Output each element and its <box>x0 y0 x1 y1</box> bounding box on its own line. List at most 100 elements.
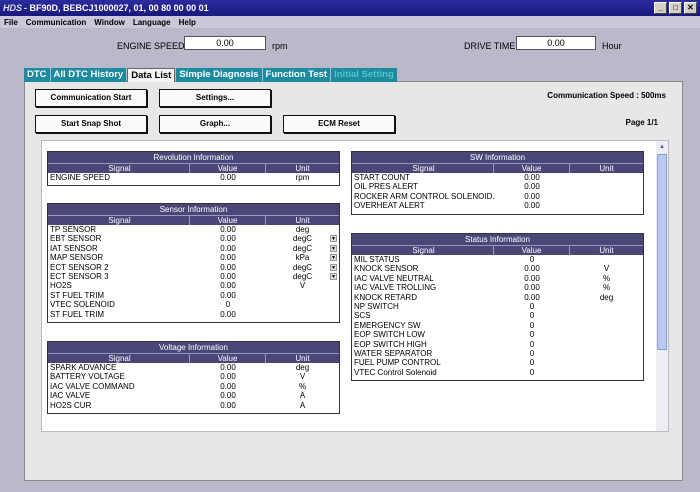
signal-name: OVERHEAT ALERT <box>354 201 425 211</box>
unit-text: V <box>299 372 306 382</box>
settings-button[interactable]: Settings... <box>159 89 271 107</box>
table-row[interactable]: EMERGENCY SW 0 <box>352 321 643 330</box>
signal-unit: deg <box>266 225 339 234</box>
table-row[interactable]: ENGINE SPEED 0.00 rpm <box>48 173 339 182</box>
table-row[interactable]: VTEC Control Solenoid 0 <box>352 368 643 377</box>
table-row[interactable]: VTEC SOLENOID 0 <box>48 300 339 309</box>
signal-value: 0 <box>529 339 535 349</box>
menu-file[interactable]: File <box>4 18 18 27</box>
signal-name: EOP SWITCH HIGH <box>354 339 427 349</box>
signal-value: 0.00 <box>524 273 540 283</box>
table-row[interactable]: ST FUEL TRIM 0.00 <box>48 310 339 319</box>
tab-simple-diagnosis[interactable]: Simple Diagnosis <box>176 68 262 82</box>
table-row[interactable]: OVERHEAT ALERT 0.00 <box>352 201 643 210</box>
communication-start-button[interactable]: Communication Start <box>35 89 147 107</box>
table-row[interactable]: WATER SEPARATOR 0 <box>352 349 643 358</box>
close-button[interactable]: ✕ <box>684 2 697 14</box>
unit-text: V <box>603 264 610 274</box>
tab-dtc[interactable]: DTC <box>24 68 50 82</box>
menu-communication[interactable]: Communication <box>26 18 86 27</box>
app-logo-icon: HDS <box>3 3 23 13</box>
menu-language[interactable]: Language <box>133 18 171 27</box>
table-row[interactable]: ST FUEL TRIM 0.00 <box>48 291 339 300</box>
signal-value: 0.00 <box>524 191 540 201</box>
signal-name: ROCKER ARM CONTROL SOLENOID... <box>354 191 494 201</box>
signal-unit <box>266 310 339 319</box>
table-row[interactable]: START COUNT 0.00 <box>352 173 643 182</box>
maximize-button[interactable]: □ <box>669 2 682 14</box>
table-row[interactable]: ECT SENSOR 3 0.00 degC ▼ <box>48 272 339 281</box>
table-row[interactable]: IAT SENSOR 0.00 degC ▼ <box>48 244 339 253</box>
tab-data-list[interactable]: Data List <box>127 68 176 82</box>
signal-value: 0.00 <box>220 262 236 272</box>
table-row[interactable]: IAC VALVE TROLLING 0.00% <box>352 283 643 292</box>
chevron-down-icon[interactable]: ▼ <box>330 244 337 252</box>
chevron-down-icon[interactable]: ▼ <box>330 235 337 243</box>
sensor-table: Sensor Information Signal Value Unit TP SENS… <box>47 203 340 323</box>
column-value: Value <box>190 354 266 363</box>
table-row[interactable]: IAC VALVE 0.00 A <box>48 391 339 400</box>
signal-value: 0 <box>529 367 535 377</box>
chevron-down-icon[interactable]: ▼ <box>330 254 337 262</box>
tab-function-test[interactable]: Function Test <box>262 68 331 82</box>
signal-unit <box>570 349 643 358</box>
table-row[interactable]: MIL STATUS 0 <box>352 255 643 264</box>
table-row[interactable]: NP SWITCH 0 <box>352 302 643 311</box>
signal-name: IAT SENSOR <box>50 243 98 253</box>
table-row[interactable]: IAC VALVE COMMAND 0.00% <box>48 382 339 391</box>
signal-value: 0.00 <box>220 363 236 372</box>
table-row[interactable]: ECT SENSOR 2 0.00 degC ▼ <box>48 263 339 272</box>
table-title: Voltage Information <box>48 342 339 353</box>
chevron-down-icon[interactable]: ▼ <box>330 272 337 280</box>
table-row[interactable]: SPARK ADVANCE 0.00 deg <box>48 363 339 372</box>
signal-unit: % <box>570 283 643 292</box>
signal-unit <box>570 321 643 330</box>
tab-all-dtc-history[interactable]: All DTC History <box>50 68 127 82</box>
signal-value: 0.00 <box>220 381 236 391</box>
graph-button[interactable]: Graph... <box>159 115 271 133</box>
signal-unit <box>570 173 643 182</box>
signal-unit: V <box>266 281 339 290</box>
table-row[interactable]: EOP SWITCH HIGH 0 <box>352 340 643 349</box>
menu-bar: File Communication Window Language Help <box>0 16 700 28</box>
signal-value: 0 <box>529 255 535 264</box>
tab-initial-setting: Initial Setting <box>331 68 397 82</box>
scrollbar-thumb[interactable] <box>657 154 667 350</box>
table-row[interactable]: SCS 0 <box>352 311 643 320</box>
signal-name: ECT SENSOR 2 <box>50 262 109 272</box>
table-row[interactable]: EOP SWITCH LOW 0 <box>352 330 643 339</box>
table-row[interactable]: FUEL PUMP CONTROL 0 <box>352 358 643 367</box>
chevron-down-icon[interactable]: ▼ <box>330 263 337 271</box>
unit-text: kPa <box>295 253 310 263</box>
table-row[interactable]: HO2S CUR 0.00 A <box>48 401 339 410</box>
signal-unit <box>266 291 339 300</box>
arrow-up-icon[interactable]: ▲ <box>657 142 667 152</box>
table-row[interactable]: MAP SENSOR 0.00 kPa ▼ <box>48 253 339 262</box>
table-row[interactable]: EBT SENSOR 0.00 degC ▼ <box>48 234 339 243</box>
table-row[interactable]: TP SENSOR 0.00 deg <box>48 225 339 234</box>
table-row[interactable]: BATTERY VOLTAGE 0.00 V <box>48 372 339 381</box>
table-row[interactable]: KNOCK SENSOR 0.00 V <box>352 264 643 273</box>
signal-name: KNOCK SENSOR <box>354 264 419 274</box>
unit-text: degC <box>292 243 313 253</box>
signal-name: OIL PRES ALERT <box>354 182 419 192</box>
signal-name: WATER SEPARATOR <box>354 348 433 358</box>
table-row[interactable]: IAC VALVE NEUTRAL 0.00% <box>352 274 643 283</box>
menu-window[interactable]: Window <box>94 18 125 27</box>
signal-unit <box>570 358 643 367</box>
start-snap-shot-button[interactable]: Start Snap Shot <box>35 115 147 133</box>
table-row[interactable]: KNOCK RETARD 0.00 deg <box>352 293 643 302</box>
table-row[interactable]: HO2S 0.00 V <box>48 281 339 290</box>
signal-name: MIL STATUS <box>354 255 400 264</box>
table-row[interactable]: OIL PRES ALERT 0.00 <box>352 182 643 191</box>
signal-value: 0.00 <box>524 292 540 302</box>
drive-time-label: DRIVE TIME <box>464 41 516 51</box>
data-list-area[interactable]: Revolution Information Signal Value Unit ENG… <box>41 140 669 432</box>
column-unit: Unit <box>599 246 614 255</box>
unit-text: A <box>299 391 306 401</box>
vertical-scrollbar[interactable]: ▲ <box>656 141 668 431</box>
minimize-button[interactable]: _ <box>654 2 667 14</box>
ecm-reset-button[interactable]: ECM Reset <box>283 115 395 133</box>
table-row[interactable]: ROCKER ARM CONTROL SOLENOID... 0.00 <box>352 192 643 201</box>
menu-help[interactable]: Help <box>179 18 196 27</box>
